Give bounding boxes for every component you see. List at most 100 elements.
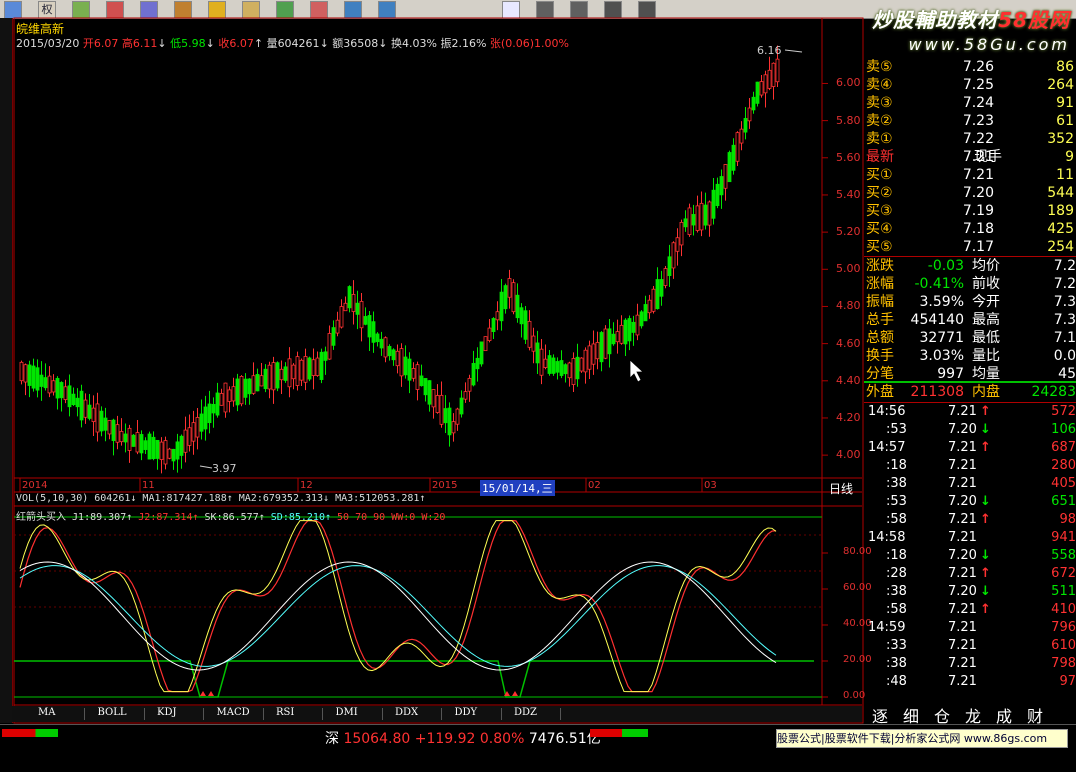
candle-body <box>87 404 92 419</box>
candle-body <box>47 375 52 394</box>
candle-body <box>115 424 120 443</box>
tab-rsi[interactable]: RSI <box>276 707 294 718</box>
stat-row: 换手 3.03% 量比 0.0 <box>864 347 1076 365</box>
candle-body <box>703 204 708 226</box>
ask-row: 卖① 7.22 352 <box>864 130 1076 148</box>
tab-ddz[interactable]: DDZ <box>514 707 537 718</box>
stat-label-2: 量比 <box>972 348 1000 364</box>
buy-arrow-icon <box>512 691 518 696</box>
ask-row: 卖③ 7.24 91 <box>864 94 1076 112</box>
candle-body <box>771 62 776 87</box>
trade-volume: 572 <box>1051 404 1076 419</box>
candle-body <box>291 364 296 380</box>
candle-body <box>359 301 364 329</box>
candle-body <box>603 328 608 359</box>
candle-body <box>283 366 288 381</box>
candle-body <box>35 367 40 391</box>
candle-body <box>767 69 772 89</box>
candle-body <box>179 435 184 456</box>
ad-banner[interactable]: 股票公式|股票软件下载|分析家公式网 www.86gs.com <box>776 729 1068 748</box>
candle-body <box>151 436 156 460</box>
candle-body <box>615 331 620 343</box>
trade-volume: 610 <box>1051 638 1076 653</box>
bid-price: 7.20 <box>962 185 994 201</box>
stat-value: 454140 <box>910 312 964 328</box>
candle-body <box>355 302 360 315</box>
tab-boll[interactable]: BOLL <box>98 707 127 718</box>
candle-body <box>411 368 416 379</box>
stat-value: 3.03% <box>919 348 964 364</box>
stat-label: 涨跌 <box>866 258 894 274</box>
ask-label: 卖① <box>866 131 893 147</box>
tab-dmi[interactable]: DMI <box>336 707 358 718</box>
candle-body <box>251 375 256 394</box>
trade-price: 7.21 <box>948 530 977 545</box>
stat-value-2: 0.0 <box>1053 348 1076 364</box>
trade-price: 7.21 <box>948 458 977 473</box>
trade-time: :38 <box>886 656 907 671</box>
price-tick-label: 4.20 <box>836 410 861 424</box>
trade-price: 7.21 <box>948 512 977 527</box>
tab-ddx[interactable]: DDX <box>395 707 418 718</box>
stat-label: 换手 <box>866 348 894 364</box>
candle-body <box>687 207 692 236</box>
candle-body <box>455 408 460 425</box>
bid-row: 买③ 7.19 189 <box>864 202 1076 220</box>
candle-body <box>419 375 424 387</box>
tab-kdj[interactable]: KDJ <box>157 707 177 718</box>
candle-body <box>23 364 28 383</box>
period-label[interactable]: 日线 <box>829 480 853 497</box>
trade-row: :58 7.21 ↑ 410 <box>864 601 1076 619</box>
trade-row: :38 7.21 405 <box>864 475 1076 493</box>
candle-body <box>647 299 652 314</box>
candle-body <box>263 368 268 390</box>
tab-ma[interactable]: MA <box>38 707 55 718</box>
candle-body <box>235 378 240 406</box>
trade-time: 14:59 <box>868 620 906 635</box>
candle-body <box>199 413 204 432</box>
candle-body <box>595 342 600 360</box>
high-marker-leader <box>784 49 803 53</box>
candle-body <box>395 350 400 367</box>
candle-body <box>463 391 468 400</box>
candle-body <box>623 319 628 345</box>
trade-volume: 941 <box>1051 530 1076 545</box>
candle-body <box>675 237 680 252</box>
trade-price: 7.21 <box>948 674 977 689</box>
trade-time: :38 <box>886 584 907 599</box>
stat-label-2: 今开 <box>972 294 1000 310</box>
candle-body <box>467 377 472 392</box>
last-hand-label: 现手 <box>974 149 1002 165</box>
candle-body <box>335 319 340 334</box>
candle-body <box>303 356 308 383</box>
candle-body <box>607 328 612 355</box>
stat-value: 32771 <box>919 330 964 346</box>
stat-value-2: 7.2 <box>1053 276 1076 292</box>
bid-volume: 254 <box>1047 239 1074 255</box>
candle-body <box>547 355 552 374</box>
tab-macd[interactable]: MACD <box>217 707 250 718</box>
candle-body <box>43 377 48 389</box>
candle-body <box>31 365 36 389</box>
index-ticker[interactable]: 深 15064.80 +119.92 0.80% 7476.51亿 <box>325 728 601 748</box>
candle-body <box>299 359 304 381</box>
indicator-tick-label: 0.00 <box>843 690 866 701</box>
candle-body <box>631 321 636 333</box>
chart-canvas[interactable] <box>0 0 864 724</box>
candle-body <box>415 364 420 390</box>
candle-body <box>63 386 68 400</box>
candle-body <box>307 357 312 380</box>
candle-body <box>159 441 164 460</box>
low-marker: 3.97 <box>212 462 237 475</box>
outer-volume: 211308 <box>910 384 964 400</box>
candle-body <box>379 338 384 349</box>
candle-body <box>227 389 232 402</box>
trade-row: :48 7.21 97 <box>864 673 1076 691</box>
trade-price: 7.21 <box>948 638 977 653</box>
stat-value-2: 7.2 <box>1053 258 1076 274</box>
price-tick-label: 5.80 <box>836 113 861 127</box>
trade-time: :53 <box>886 422 907 437</box>
buy-arrow-icon <box>208 691 214 696</box>
tab-ddy[interactable]: DDY <box>455 707 478 718</box>
candle-body <box>255 374 260 392</box>
